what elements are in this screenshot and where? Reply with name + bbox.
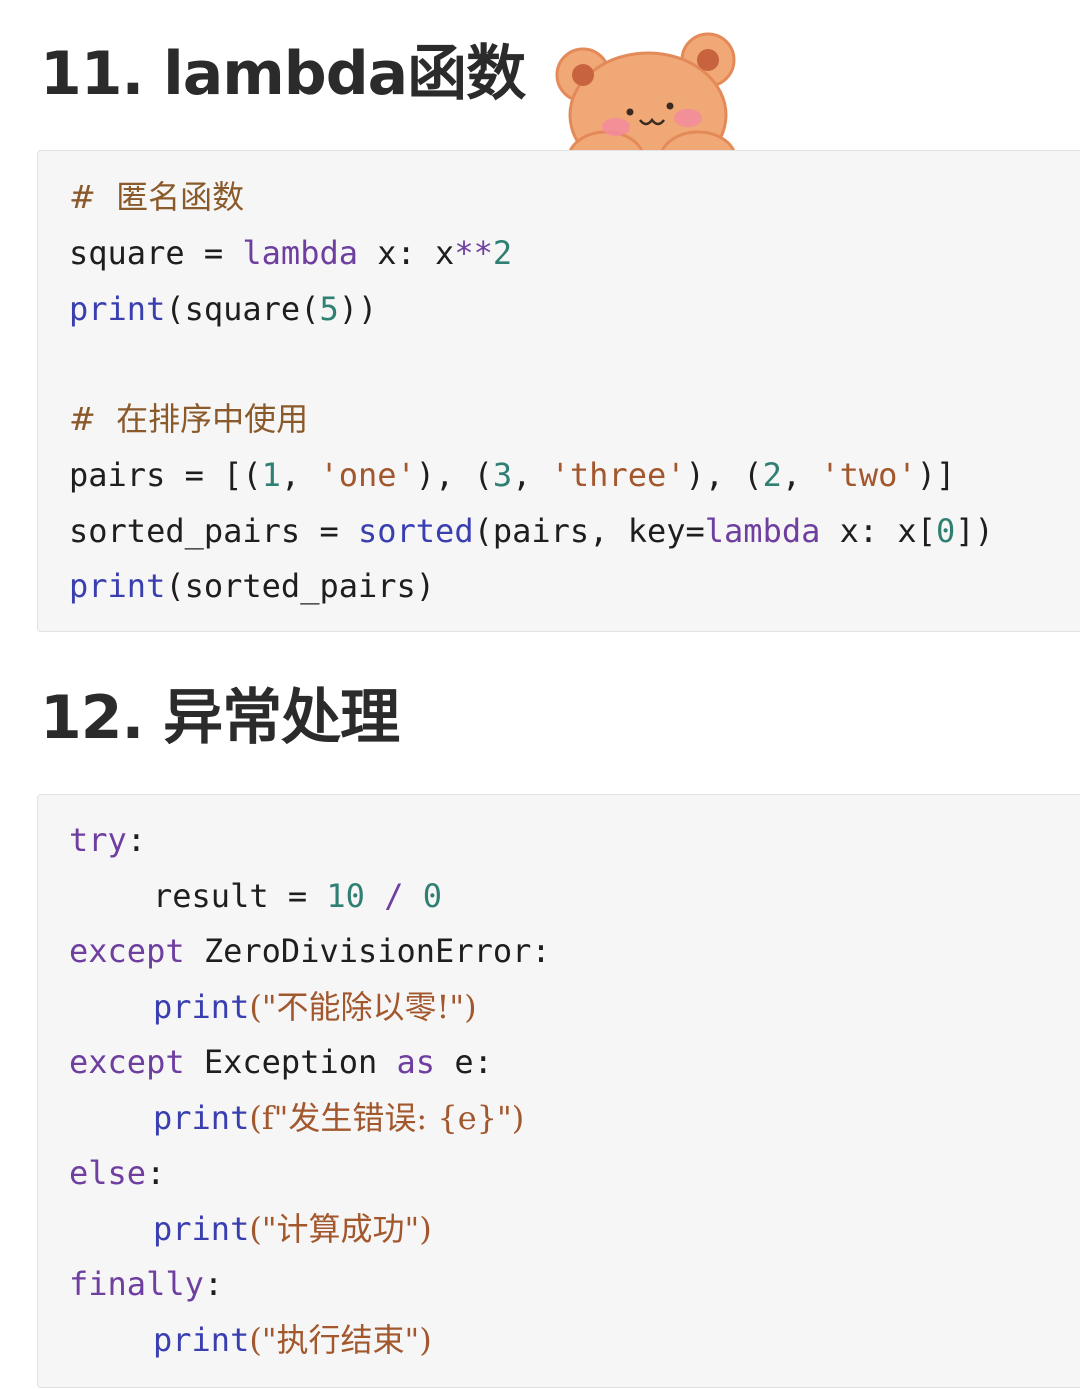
code-token: result = [153,877,327,915]
code-token: (f"发生错误: {e}") [249,1099,525,1137]
code-token: print [153,988,250,1026]
section-heading-exceptions: 12. 异常处理 [40,683,400,753]
code-line: square = lambda x: x**2 [69,233,512,273]
code-token: sorted [357,512,474,550]
code-token: except [69,1043,185,1081]
code-token: x: x [357,234,455,272]
code-token: : [126,821,147,859]
code-token: print [153,1321,250,1359]
code-token: ("不能除以零!") [249,988,477,1026]
code-line: result = 10 / 0 [153,876,442,916]
code-token: x: x[ [820,512,936,550]
code-block-lambda [37,150,1080,632]
code-line: print(sorted_pairs) [69,566,435,606]
code-line: print("执行结束") [153,1320,432,1360]
code-token: print [69,567,166,605]
code-token: square [69,234,185,272]
code-token: ZeroDivisionError: [184,932,551,970]
code-token: = [( [165,456,262,494]
code-token: lambda [242,234,358,272]
code-token: else [69,1154,147,1192]
code-token: print [69,290,166,328]
code-token: : [203,1265,224,1303]
code-token: 2 [762,456,782,494]
code-token: print [153,1210,250,1248]
code-token: = [300,512,358,550]
code-line: else: [69,1153,165,1193]
code-token: 'three' [550,456,686,494]
code-token: 'one' [319,456,416,494]
section-heading-lambda: 11. lambda函数 [40,39,526,109]
code-token: lambda [704,512,821,550]
code-token: 1 [261,456,281,494]
code-token: ** [454,234,493,272]
code-token: 5 [319,290,339,328]
code-token: (sorted_pairs) [165,567,436,605]
code-token: 0 [935,512,956,550]
code-token: 2 [492,234,513,272]
code-token: (square( [165,290,320,328]
code-token: 3 [492,456,513,494]
code-token: 'two' [820,456,917,494]
code-token: except [69,932,185,970]
code-comment: # 匿名函数 [69,178,245,216]
code-token: try [69,821,127,859]
code-line: sorted_pairs = sorted(pairs, key=lambda … [69,511,994,551]
code-token: )) [338,290,378,328]
code-token: ("执行结束") [249,1321,432,1359]
code-line: print("计算成功") [153,1209,432,1249]
code-line: finally: [69,1264,223,1304]
code-line: print("不能除以零!") [153,987,477,1027]
code-token: finally [69,1265,204,1303]
code-token: 0 [422,877,442,915]
code-token: e: [435,1043,493,1081]
code-token: Exception [184,1043,397,1081]
code-token: pairs [69,456,166,494]
code-token: ("计算成功") [249,1210,432,1248]
code-line: print(f"发生错误: {e}") [153,1098,524,1138]
code-comment: # 在排序中使用 [69,400,309,438]
code-token: / [364,877,423,915]
code-token: : [146,1154,166,1192]
code-token: print [153,1099,250,1137]
code-token: ]) [955,512,994,550]
code-token: 10 [326,877,365,915]
code-token: = [184,234,243,272]
code-token: as [396,1043,436,1081]
code-line: pairs = [(1, 'one'), (3, 'three'), (2, '… [69,456,956,494]
code-line: print(square(5)) [69,289,377,329]
code-line: except ZeroDivisionError: [69,931,551,971]
code-line: try: [69,820,146,860]
code-token: sorted_pairs [69,512,301,550]
code-line: except Exception as e: [69,1042,493,1082]
code-token: (pairs, key= [473,512,705,550]
